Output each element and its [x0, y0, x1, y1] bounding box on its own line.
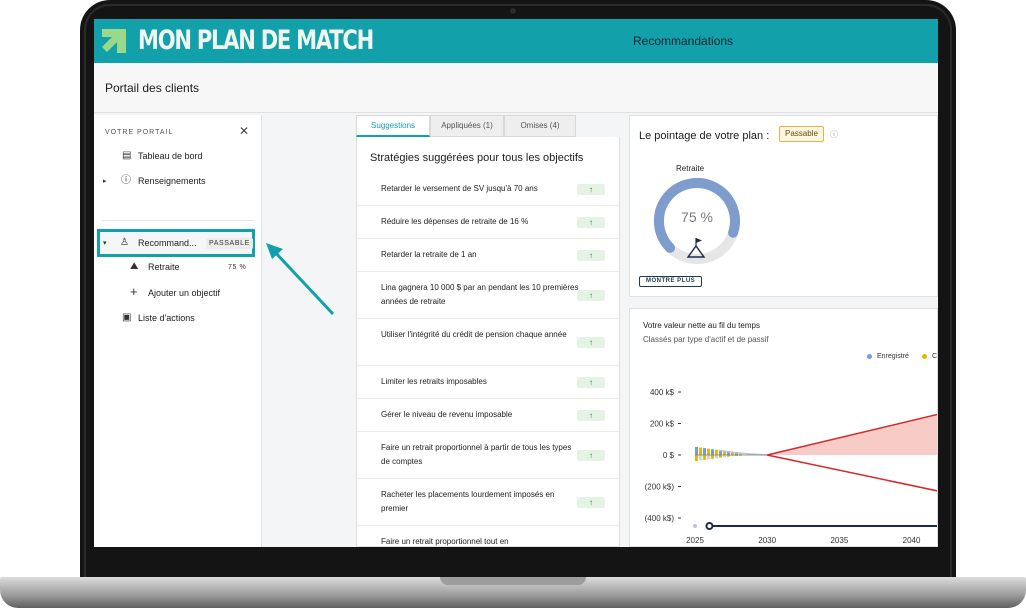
pointer-arrow [266, 243, 335, 316]
